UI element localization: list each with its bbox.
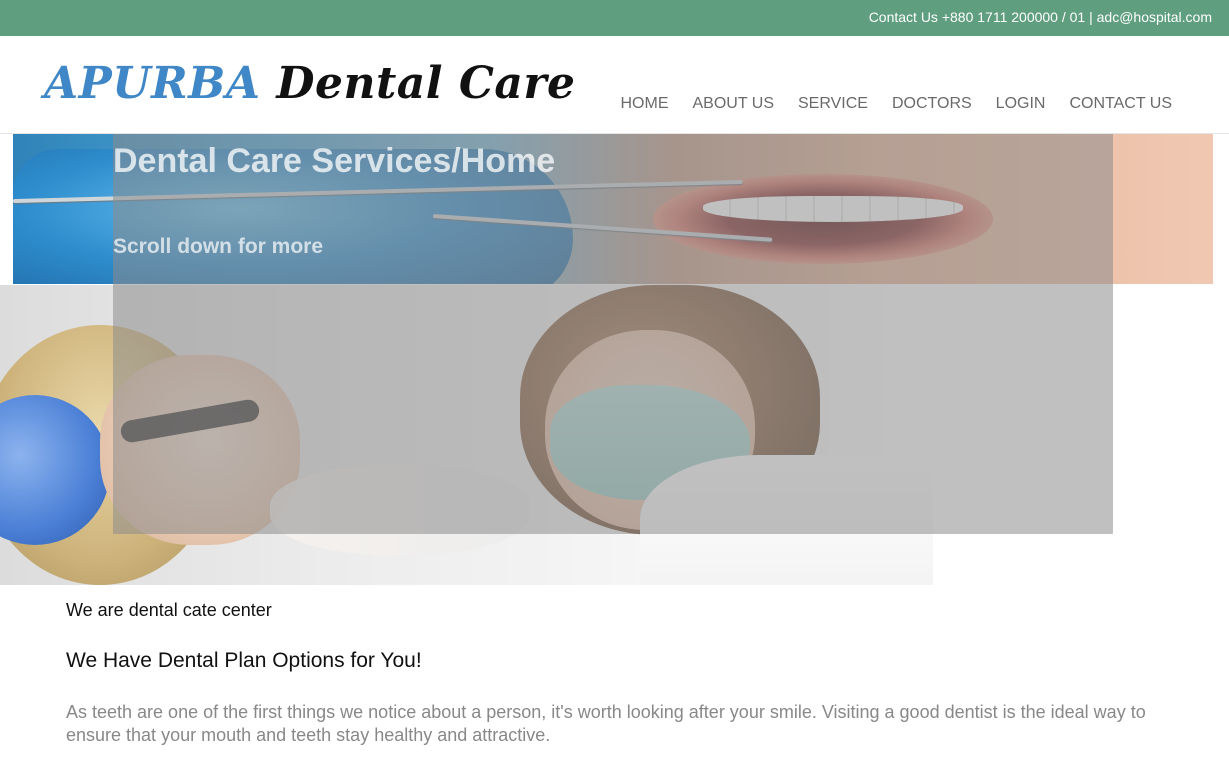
nav-service[interactable]: SERVICE <box>798 95 868 113</box>
site-logo[interactable]: APURBA Dental Care <box>44 58 576 109</box>
contact-info: Contact Us +880 1711 200000 / 01 | adc@h… <box>868 9 1212 25</box>
nav-home[interactable]: HOME <box>621 95 669 113</box>
section-body-text: As teeth are one of the first things we … <box>66 702 1146 745</box>
nav-about-us[interactable]: ABOUT US <box>693 95 775 113</box>
hero-overlay: Dental Care Services/Home Scroll down fo… <box>113 134 1113 534</box>
site-header: APURBA Dental Care HOME ABOUT US SERVICE… <box>0 36 1229 134</box>
scroll-hint[interactable]: Scroll down for more <box>113 235 323 259</box>
nav-doctors[interactable]: DOCTORS <box>892 95 972 113</box>
tagline-text: We are dental cate center <box>66 600 272 620</box>
nav-login[interactable]: LOGIN <box>996 95 1046 113</box>
nav-contact-us[interactable]: CONTACT US <box>1069 95 1172 113</box>
top-contact-bar: Contact Us +880 1711 200000 / 01 | adc@h… <box>0 0 1229 36</box>
hero-title: Dental Care Services/Home <box>113 142 556 180</box>
logo-brand-name: APURBA <box>44 58 261 109</box>
logo-brand-suffix: Dental Care <box>276 58 576 109</box>
main-nav: HOME ABOUT US SERVICE DOCTORS LOGIN CONT… <box>621 95 1173 113</box>
section-heading: We Have Dental Plan Options for You! <box>66 649 422 672</box>
